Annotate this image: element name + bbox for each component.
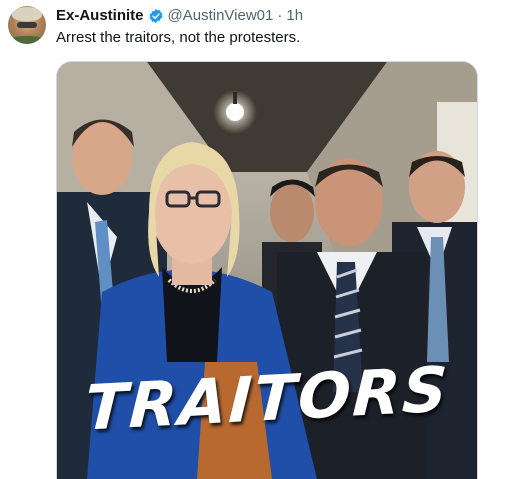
tweet-text: Arrest the traitors, not the protesters. bbox=[56, 29, 301, 46]
avatar-shirt bbox=[10, 36, 44, 44]
display-name[interactable]: Ex-Austinite bbox=[56, 7, 144, 24]
verified-badge-icon[interactable] bbox=[148, 8, 164, 24]
avatar[interactable] bbox=[8, 6, 46, 44]
user-handle[interactable]: @AustinView01 bbox=[168, 7, 274, 24]
tweet-media[interactable]: TRAITORS bbox=[56, 61, 478, 479]
tweet-header: Ex-Austinite @AustinView01 · 1h bbox=[56, 7, 303, 24]
separator-dot: · bbox=[277, 7, 283, 24]
timestamp[interactable]: 1h bbox=[286, 7, 303, 24]
avatar-hair bbox=[12, 7, 42, 21]
avatar-glasses bbox=[17, 22, 37, 28]
